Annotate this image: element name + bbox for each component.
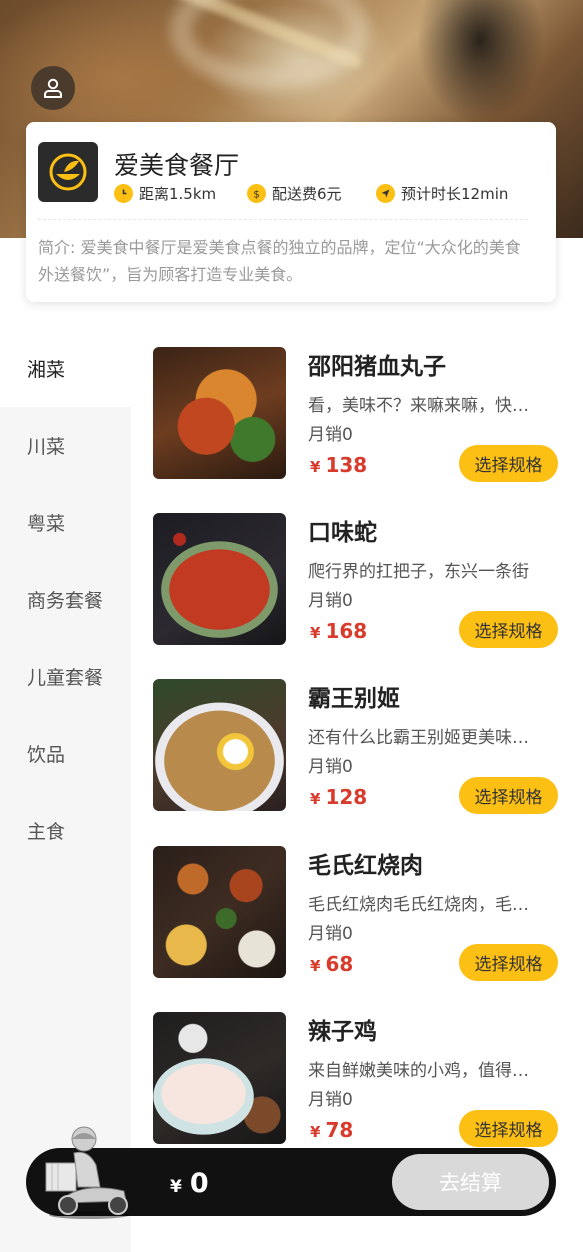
dish-description: 来自鲜嫩美味的小鸡，值得一尝 [308,1061,533,1081]
dish-image [153,1012,286,1144]
user-icon[interactable] [31,66,75,110]
clock-icon [114,183,133,203]
category-item-xiang[interactable]: 湘菜 [0,330,131,407]
dish-description: 还有什么比霸王别姬更美味的呢 [308,728,533,748]
shop-intro: 简介: 爱美食中餐厅是爱美食点餐的独立的品牌，定位“大众化的美食外送餐饮”，旨为… [38,238,521,284]
dish-name: 霸王别姬 [308,686,400,712]
dish-sales: 月销0 [308,425,353,445]
select-spec-button[interactable]: 选择规格 [459,611,558,648]
distance-info: 距离1.5km [114,182,216,204]
category-item-business-set[interactable]: 商务套餐 [0,561,131,638]
dish-image [153,513,286,645]
dish-item[interactable]: 辣子鸡 来自鲜嫩美味的小鸡，值得一尝 月销0 ¥78 选择规格 [131,1012,583,1162]
dish-price: ¥78 [310,1118,354,1142]
eta-text: 预计时长12min [401,184,509,203]
select-spec-button[interactable]: 选择规格 [459,944,558,981]
dish-item[interactable]: 邵阳猪血丸子 看，美味不？来嘛来嘛，快来尝尝 月销0 ¥138 选择规格 [131,347,583,497]
category-sidebar: 湘菜 川菜 粤菜 商务套餐 儿童套餐 饮品 主食 [0,330,131,1252]
category-item-kids-set[interactable]: 儿童套餐 [0,638,131,715]
shop-name: 爱美食餐厅 [114,151,240,180]
navigation-arrow-icon [376,183,395,203]
dish-name: 辣子鸡 [308,1019,377,1045]
shop-logo [38,142,98,202]
dish-description: 毛氏红烧肉毛氏红烧肉，毛氏红烧肉 [308,895,533,915]
category-item-staple[interactable]: 主食 [0,792,131,869]
svg-text:$: $ [253,189,259,200]
dish-sales: 月销0 [308,1090,353,1110]
dish-sales: 月销0 [308,924,353,944]
select-spec-button[interactable]: 选择规格 [459,445,558,482]
dish-image [153,679,286,811]
dish-price: ¥128 [310,785,368,809]
checkout-button[interactable]: 去结算 [392,1154,549,1210]
distance-text: 距离1.5km [139,184,217,203]
dish-price: ¥168 [310,619,368,643]
dish-name: 口味蛇 [308,520,377,546]
delivery-fee-info: $ 配送费6元 [247,182,342,204]
divider [38,219,528,220]
dish-image [153,347,286,479]
eta-info: 预计时长12min [376,182,508,204]
shop-info-card: 爱美食餐厅 距离1.5km $ 配送费6元 预计时长12min 简介: 爱美食中… [26,122,556,302]
delivery-rider-icon[interactable] [44,1125,134,1220]
dish-name: 毛氏红烧肉 [308,853,423,879]
dish-description: 爬行界的扛把子，东兴一条街 [308,562,529,582]
dish-price: ¥68 [310,952,354,976]
dish-item[interactable]: 霸王别姬 还有什么比霸王别姬更美味的呢 月销0 ¥128 选择规格 [131,679,583,829]
dish-item[interactable]: 毛氏红烧肉 毛氏红烧肉毛氏红烧肉，毛氏红烧肉 月销0 ¥68 选择规格 [131,846,583,996]
dish-description: 看，美味不？来嘛来嘛，快来尝尝 [308,396,533,416]
select-spec-button[interactable]: 选择规格 [459,777,558,814]
category-item-drinks[interactable]: 饮品 [0,715,131,792]
dish-sales: 月销0 [308,591,353,611]
cart-total: ¥0 [170,1168,209,1199]
money-bag-icon: $ [247,183,266,203]
dish-price: ¥138 [310,453,368,477]
dish-item[interactable]: 口味蛇 爬行界的扛把子，东兴一条街 月销0 ¥168 选择规格 [131,513,583,663]
category-item-yue[interactable]: 粤菜 [0,484,131,561]
select-spec-button[interactable]: 选择规格 [459,1110,558,1147]
category-item-chuan[interactable]: 川菜 [0,407,131,484]
delivery-fee-text: 配送费6元 [272,184,342,203]
dish-name: 邵阳猪血丸子 [308,354,446,380]
dish-image [153,846,286,978]
dish-sales: 月销0 [308,757,353,777]
